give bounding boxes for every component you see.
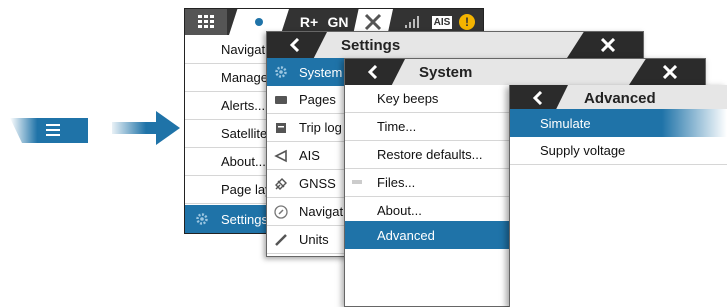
settings-item-label: AIS	[299, 148, 320, 163]
system-item-restore-defaults[interactable]: Restore defaults...	[345, 141, 511, 169]
close-icon	[663, 65, 677, 79]
menu-button[interactable]	[10, 113, 88, 148]
ais-label: AIS	[431, 15, 453, 29]
files-icon	[352, 180, 362, 184]
system-item-label: Key beeps	[377, 91, 439, 106]
settings-close-button[interactable]	[567, 32, 643, 58]
system-close-button[interactable]	[629, 59, 705, 85]
settings-item-label: Units	[299, 232, 329, 247]
settings-title-bar: Settings	[267, 32, 643, 58]
alert-badge: !	[459, 14, 475, 30]
menu-item-label: About...	[221, 154, 266, 169]
pages-icon	[275, 96, 287, 104]
advanced-panel: Advanced Simulate Supply voltage	[509, 85, 727, 307]
settings-back-button[interactable]	[267, 32, 327, 58]
grid-icon[interactable]	[185, 9, 227, 35]
system-item-label: Restore defaults...	[377, 147, 483, 162]
system-item-label: Files...	[377, 175, 416, 190]
menu-item-label: Alerts...	[221, 98, 266, 113]
navigation-icon	[274, 205, 288, 219]
system-item-files[interactable]: Files...	[345, 169, 511, 197]
system-item-label: Time...	[377, 119, 417, 134]
gnss-icon	[275, 178, 287, 190]
system-item-label: About...	[377, 203, 422, 218]
advanced-title: Advanced	[584, 89, 656, 107]
system-item-label: Advanced	[377, 227, 435, 243]
advanced-back-button[interactable]	[510, 85, 568, 111]
gear-icon	[196, 213, 208, 225]
settings-item-label: Pages	[299, 92, 336, 107]
advanced-item-simulate[interactable]: Simulate	[510, 109, 727, 137]
advanced-title-bar: Advanced	[510, 85, 727, 111]
units-icon	[275, 234, 287, 246]
settings-title: Settings	[341, 36, 401, 54]
menu-item-label: Settings	[221, 211, 268, 227]
system-back-button[interactable]	[345, 59, 405, 85]
ais-icon	[274, 149, 287, 163]
chevron-left-icon	[367, 65, 378, 79]
settings-item-label: System	[299, 64, 343, 80]
gear-icon	[275, 66, 287, 78]
advanced-item-supply-voltage[interactable]: Supply voltage	[510, 137, 727, 165]
trip-log-icon	[276, 123, 286, 133]
close-icon	[601, 38, 615, 52]
system-item-key-beeps[interactable]: Key beeps	[345, 85, 511, 113]
right-arrow-icon	[112, 111, 180, 145]
system-item-advanced[interactable]: Advanced	[345, 221, 511, 249]
settings-item-label: GNSS	[299, 176, 336, 191]
advanced-item-label: Simulate	[540, 115, 591, 131]
advanced-item-label: Supply voltage	[540, 143, 626, 158]
system-item-time[interactable]: Time...	[345, 113, 511, 141]
system-title: System	[419, 63, 473, 81]
system-title-bar: System	[345, 59, 705, 85]
chevron-left-icon	[289, 38, 300, 52]
settings-item-label: Trip log	[299, 120, 342, 135]
chevron-left-icon	[532, 91, 543, 105]
